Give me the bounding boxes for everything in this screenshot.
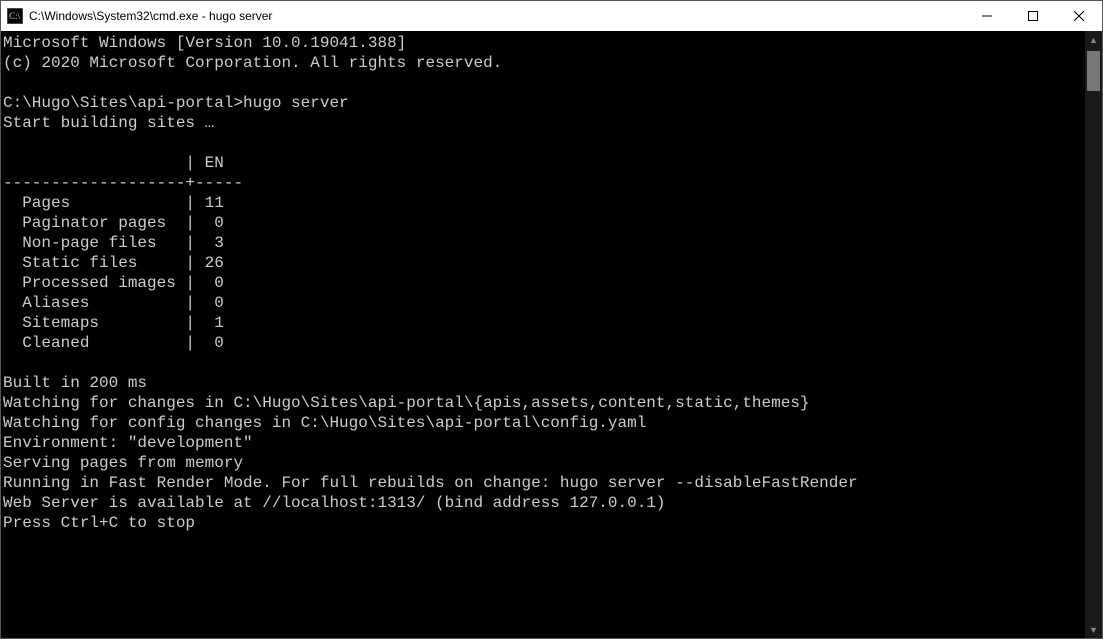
terminal-output[interactable]: Microsoft Windows [Version 10.0.19041.38…: [1, 31, 1085, 638]
maximize-icon: [1028, 11, 1038, 21]
titlebar[interactable]: C:\ C:\Windows\System32\cmd.exe - hugo s…: [1, 1, 1102, 31]
scroll-down-arrow[interactable]: ▼: [1085, 621, 1102, 638]
terminal-area: Microsoft Windows [Version 10.0.19041.38…: [1, 31, 1102, 638]
minimize-icon: [982, 11, 992, 21]
minimize-button[interactable]: [964, 1, 1010, 31]
window-title: C:\Windows\System32\cmd.exe - hugo serve…: [29, 9, 964, 23]
close-button[interactable]: [1056, 1, 1102, 31]
scroll-up-arrow[interactable]: ▲: [1085, 31, 1102, 48]
cmd-icon: C:\: [7, 8, 23, 24]
titlebar-buttons: [964, 1, 1102, 31]
maximize-button[interactable]: [1010, 1, 1056, 31]
close-icon: [1074, 11, 1084, 21]
svg-text:C:\: C:\: [9, 11, 21, 21]
scrollbar[interactable]: ▲ ▼: [1085, 31, 1102, 638]
scroll-thumb[interactable]: [1087, 51, 1100, 91]
cmd-window: C:\ C:\Windows\System32\cmd.exe - hugo s…: [0, 0, 1103, 639]
